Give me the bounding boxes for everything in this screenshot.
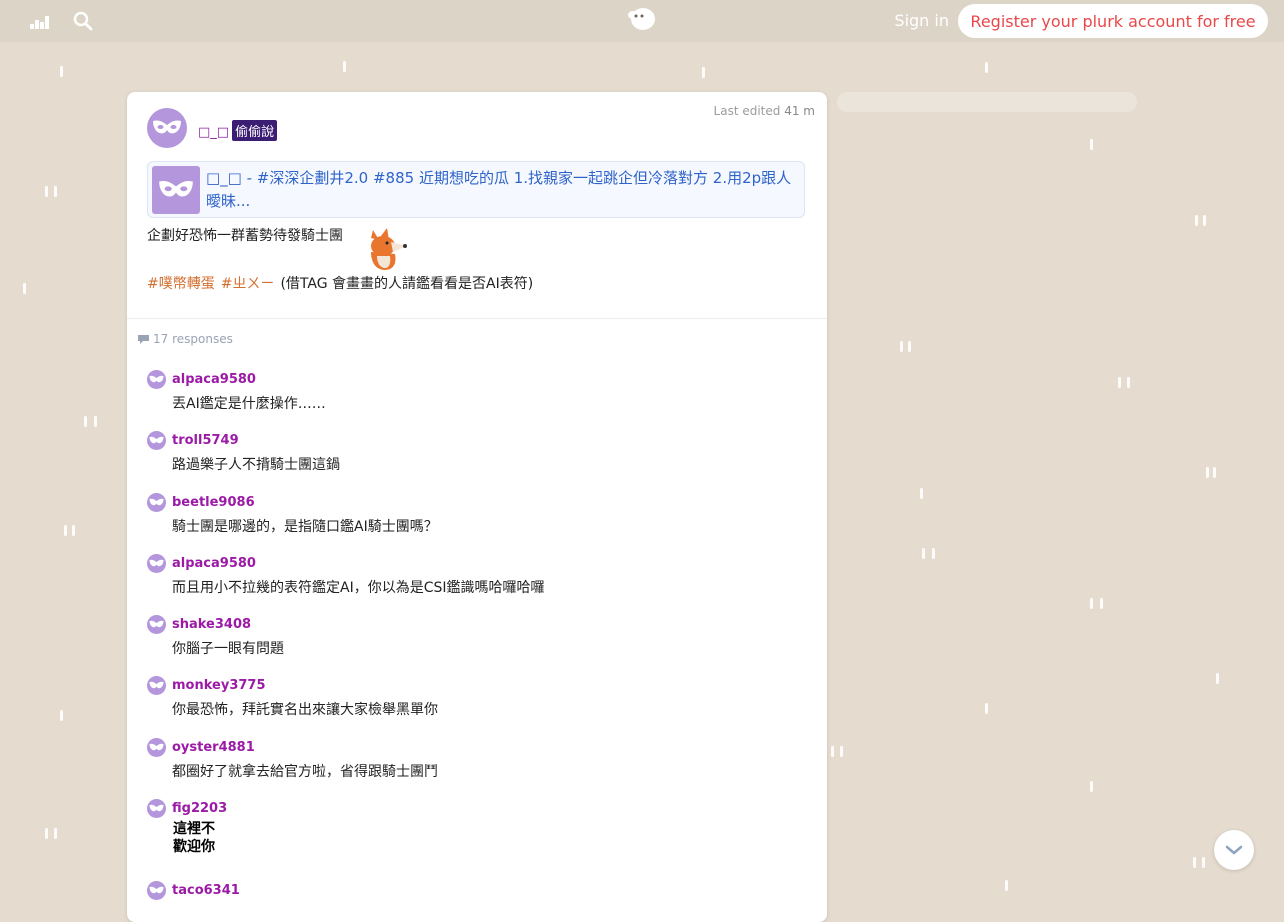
response-item: taco6341: [147, 881, 817, 922]
response-text: 都圈好了就拿去給官方啦，省得跟騎士團鬥: [172, 763, 438, 780]
response-item: alpaca9580 而且用小不拉幾的表符鑑定AI，你以為是CSI鑑識嗎哈囉哈囉: [147, 553, 817, 615]
response-username[interactable]: alpaca9580: [172, 556, 256, 571]
response-username[interactable]: shake3408: [172, 617, 251, 632]
divider: [127, 318, 827, 319]
mask-avatar-icon[interactable]: [147, 799, 166, 819]
plurk-content-line2: #噗幣轉蛋 #ㄓㄨㄧ (借TAG 會畫畫的人請鑑看看是否AI表符): [147, 273, 533, 293]
owner-avatar[interactable]: [147, 108, 187, 148]
response-text: 路過樂子人不揹騎士團這鍋: [172, 457, 340, 474]
last-edited-label: Last edited: [713, 104, 781, 118]
response-text: 丟AI鑑定是什麼操作……: [172, 396, 326, 412]
stats-icon[interactable]: [29, 10, 51, 32]
response-username[interactable]: fig2203: [172, 801, 227, 816]
mask-icon: [159, 180, 193, 197]
hashtag-link[interactable]: #噗幣轉蛋: [147, 276, 215, 292]
scroll-down-button[interactable]: [1214, 830, 1254, 870]
response-item: troll5749 路過樂子人不揹騎士團這鍋: [147, 431, 817, 492]
response-username[interactable]: troll5749: [172, 433, 239, 448]
mask-avatar-icon[interactable]: [147, 553, 166, 573]
responses-count: 17 responses: [137, 332, 233, 346]
plurk-card: □_□ 偷偷說 Last edited 41 m □_□ - #深深企劃井2.0 …: [127, 92, 827, 922]
response-item: alpaca9580 丟AI鑑定是什麼操作……: [147, 370, 817, 431]
responses-list: alpaca9580 丟AI鑑定是什麼操作…… troll5749 路過樂子人不…: [147, 370, 817, 922]
mask-avatar-icon[interactable]: [147, 492, 166, 512]
response-username[interactable]: taco6341: [172, 883, 240, 898]
mask-avatar-icon[interactable]: [147, 737, 166, 757]
response-item: oyster4881 都圈好了就拿去給官方啦，省得跟騎士團鬥: [147, 737, 817, 799]
top-bar: Sign in Register your plurk account for …: [0, 0, 1284, 42]
owner-name[interactable]: □_□: [198, 125, 229, 140]
fox-emoticon: [363, 224, 411, 272]
response-text-line: 這裡不: [173, 821, 215, 838]
loading-placeholder: [837, 92, 1137, 112]
response-text: 而且用小不拉幾的表符鑑定AI，你以為是CSI鑑識嗎哈囉哈囉: [172, 579, 545, 596]
mask-avatar-icon[interactable]: [147, 615, 166, 635]
qualifier-badge: 偷偷說: [232, 120, 278, 141]
response-item: monkey3775 你最恐怖，拜託實名出來讓大家檢舉黑單你: [147, 676, 817, 737]
hashtag-link[interactable]: #ㄓㄨㄧ: [221, 276, 275, 292]
response-text: 騎士團是哪邊的，是指隨口鑑AI騎士團嗎？: [172, 518, 438, 535]
response-text: 這裡不 歡迎你: [173, 820, 215, 856]
search-icon[interactable]: [72, 10, 94, 32]
mask-avatar-icon[interactable]: [147, 370, 166, 389]
responses-count-text: 17 responses: [153, 332, 233, 346]
last-edited-time: 41 m: [784, 104, 815, 118]
response-item: fig2203 這裡不 歡迎你: [147, 799, 817, 881]
owner-line: □_□ 偷偷說: [198, 120, 278, 141]
response-username[interactable]: alpaca9580: [172, 372, 256, 387]
response-username[interactable]: monkey3775: [172, 678, 266, 693]
response-username[interactable]: beetle9086: [172, 495, 255, 510]
content-text: (借TAG 會畫畫的人請鑑看看是否AI表符): [280, 276, 534, 292]
response-item: shake3408 你腦子一眼有問題: [147, 615, 817, 676]
mask-avatar-icon[interactable]: [147, 431, 166, 451]
response-username[interactable]: oyster4881: [172, 740, 255, 755]
quoted-plurk[interactable]: □_□ - #深深企劃井2.0 #885 近期想吃的瓜 1.找親家一起跳企但冷落…: [147, 161, 805, 218]
response-text: 你腦子一眼有問題: [172, 641, 284, 658]
quoted-avatar: [152, 166, 200, 214]
last-edited: Last edited 41 m: [714, 104, 815, 118]
sign-in-link[interactable]: Sign in: [894, 11, 949, 30]
mask-avatar-icon[interactable]: [147, 676, 166, 696]
plurk-content-line1: 企劃好恐怖一群蓄勢待發騎士團: [147, 228, 343, 244]
chevron-down-icon: [1225, 845, 1243, 855]
plurk-logo-icon[interactable]: [627, 4, 657, 32]
quoted-text[interactable]: □_□ - #深深企劃井2.0 #885 近期想吃的瓜 1.找親家一起跳企但冷落…: [206, 167, 800, 213]
response-text: 你最恐怖，拜託實名出來讓大家檢舉黑單你: [172, 702, 438, 719]
mask-icon: [153, 120, 181, 134]
response-text-line: 歡迎你: [173, 839, 215, 856]
mask-avatar-icon[interactable]: [147, 881, 166, 901]
speech-bubble-icon: [138, 334, 149, 344]
response-item: beetle9086 騎士團是哪邊的，是指隨口鑑AI騎士團嗎？: [147, 492, 817, 554]
register-button[interactable]: Register your plurk account for free: [958, 4, 1268, 38]
